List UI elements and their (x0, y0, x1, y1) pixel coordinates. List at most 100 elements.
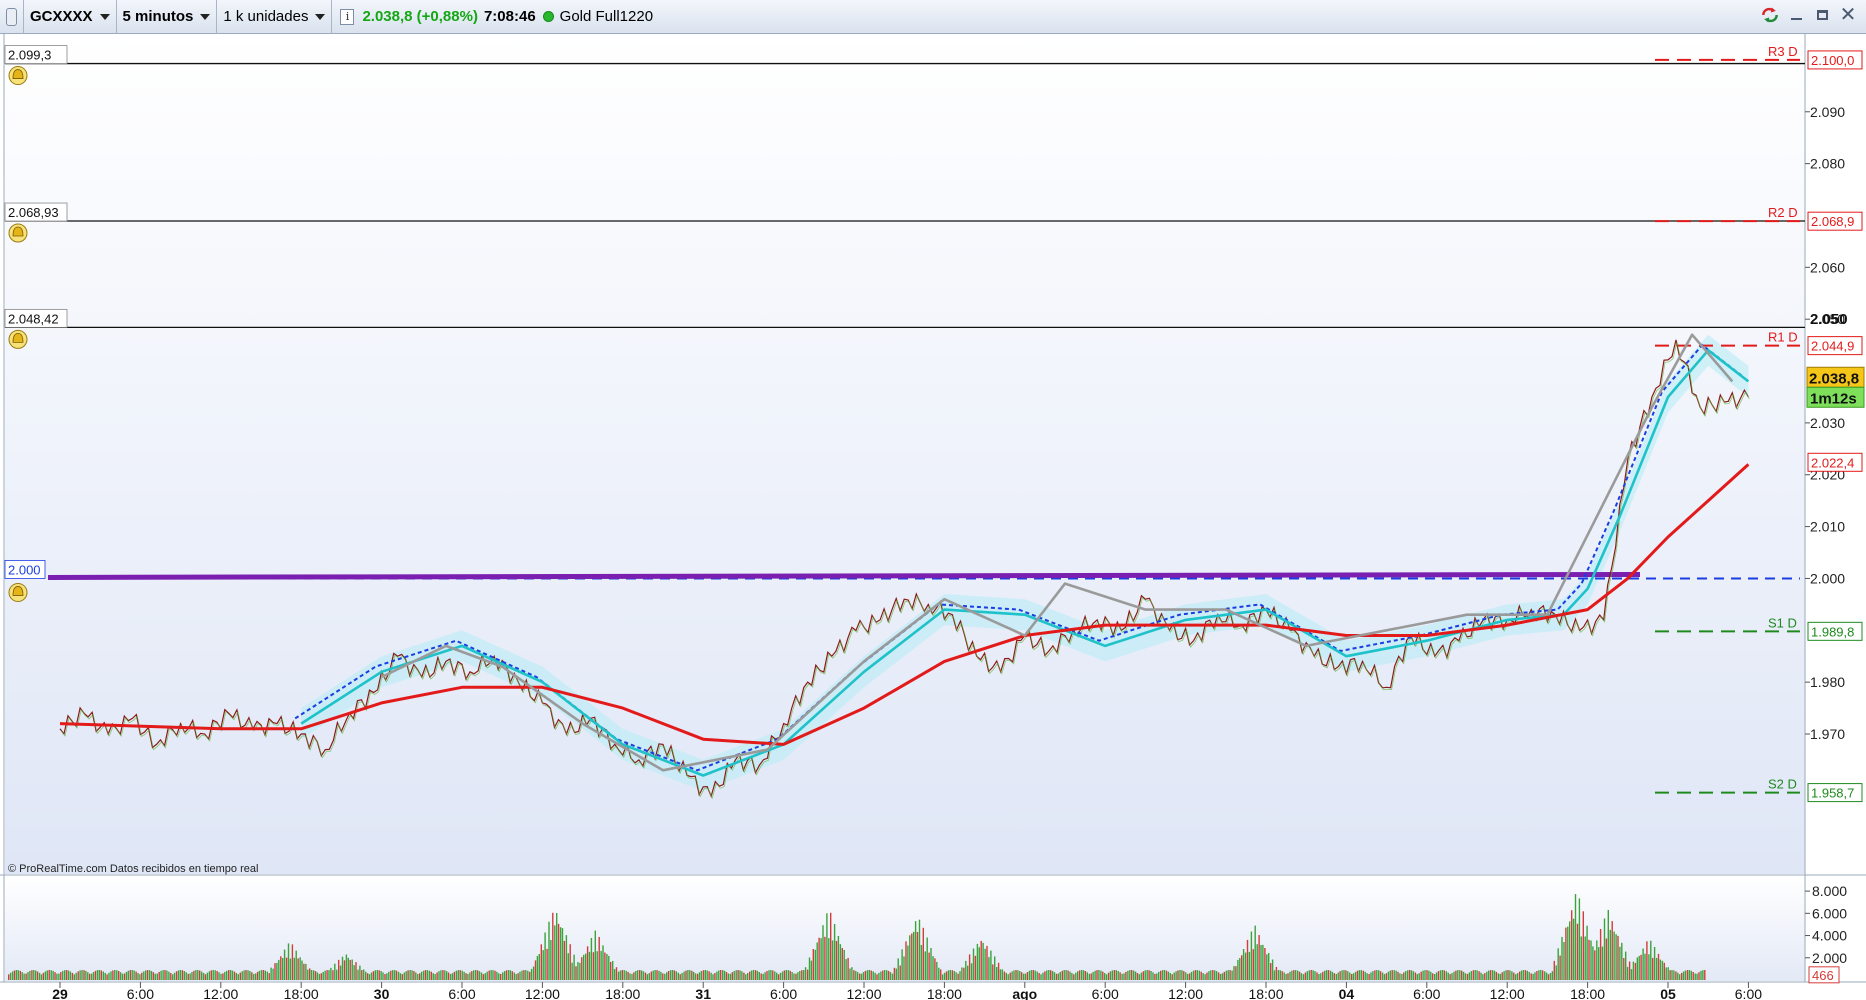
volume-bar (457, 970, 459, 980)
volume-bar (517, 973, 519, 980)
volume-bar (789, 970, 791, 980)
volume-bar (1468, 972, 1471, 980)
volume-bar (1567, 926, 1569, 980)
units-selector[interactable]: 1 k unidades (217, 0, 333, 34)
volume-bar (1351, 974, 1353, 980)
volume-bar (758, 972, 760, 980)
volume-bar (1048, 970, 1050, 980)
volume-bar (193, 970, 195, 980)
volume-bar (980, 940, 982, 980)
timeframe-selector[interactable]: 5 minutos (117, 0, 218, 34)
volume-bar (480, 972, 483, 980)
volume-bar (368, 974, 371, 980)
volume-bar (666, 972, 668, 980)
minimize-icon[interactable] (1786, 4, 1806, 26)
volume-bar (440, 970, 442, 980)
volume-bar (1657, 953, 1660, 980)
volume-bar (806, 969, 809, 980)
volume-bar (776, 972, 778, 980)
volume-bar (571, 962, 573, 980)
pivot-value-tag: 1.958,7 (1807, 783, 1863, 803)
volume-bar (1692, 972, 1694, 980)
volume-bar (957, 973, 959, 980)
time-tick-label: 18:00 (605, 986, 640, 1000)
volume-bar (1349, 972, 1351, 980)
volume-bar (212, 970, 214, 980)
trend-alert-label[interactable]: 2.000 (4, 560, 46, 579)
volume-bar (671, 970, 674, 980)
volume-bar (100, 970, 102, 980)
volume-bar (1524, 970, 1527, 980)
bell-icon-shape (12, 586, 24, 596)
volume-bar (791, 972, 793, 980)
volume-bar (1212, 970, 1214, 980)
volume-bar (1698, 972, 1700, 980)
volume-bar (1381, 972, 1384, 980)
volume-bar (1248, 951, 1251, 980)
bell-icon[interactable] (8, 66, 28, 86)
volume-bar (1681, 972, 1683, 980)
volume-bar (125, 972, 128, 980)
volume-bar (1360, 970, 1362, 980)
volume-bar (963, 967, 965, 980)
volume-bar (1242, 949, 1245, 980)
volume-bar (1495, 971, 1498, 980)
symbol-selector[interactable]: GCXXXX (24, 0, 117, 34)
volume-bar (1694, 973, 1696, 980)
volume-bar (62, 970, 64, 980)
volume-bar (613, 969, 616, 980)
volume-bar (1501, 972, 1503, 980)
bell-icon[interactable] (8, 582, 28, 602)
volume-bar (1030, 970, 1033, 980)
volume-bar (1150, 971, 1152, 980)
volume-bar (1254, 925, 1256, 980)
volume-bar (1291, 970, 1293, 980)
purple-trend-line[interactable] (47, 571, 1641, 580)
maximize-icon[interactable] (1812, 4, 1832, 26)
volume-bar (27, 972, 29, 980)
alert-label[interactable]: 2.099,3 (4, 45, 68, 64)
alert-label[interactable]: 2.068,93 (4, 202, 68, 222)
volume-bar (89, 973, 91, 980)
volume-bar (141, 972, 143, 980)
volume-bar (15, 970, 18, 980)
bell-icon[interactable] (8, 223, 28, 243)
volume-bar (83, 970, 85, 980)
info-icon[interactable]: i (340, 8, 355, 25)
refresh-icon[interactable] (1760, 4, 1780, 26)
volume-bar (743, 972, 745, 980)
volume-bar (295, 950, 297, 980)
volume-bar (1547, 974, 1550, 980)
bell-icon[interactable] (8, 329, 28, 349)
volume-bar (760, 973, 762, 980)
volume-bar (1644, 953, 1646, 980)
volume-bar (1069, 971, 1071, 980)
price-chart[interactable]: 2.099,3 2.068,93 2.048,42 2.000 R3 D 2.100,0… (0, 34, 1866, 1000)
volume-bar (382, 972, 384, 980)
volume-bar (380, 971, 382, 980)
volume-bar (785, 970, 787, 980)
volume-bar (820, 938, 822, 980)
volume-bar (1437, 971, 1440, 980)
alert-label[interactable]: 2.048,42 (4, 308, 68, 328)
volume-bar (741, 971, 743, 980)
volume-bar (994, 956, 996, 980)
time-tick-label: 6:00 (127, 986, 154, 1000)
volume-bar (1671, 970, 1673, 980)
volume-bar (1190, 971, 1193, 980)
volume-bar (8, 974, 10, 980)
volume-bar (1105, 974, 1108, 980)
price-axis[interactable]: 1.9701.9802.0002.0102.0202.0302.0502.060… (1805, 104, 1845, 742)
volume-bar (1655, 958, 1658, 980)
volume-bar (1270, 963, 1272, 980)
volume-bar (378, 970, 380, 980)
volume-bar (955, 972, 957, 980)
close-icon[interactable]: ✕ (1838, 4, 1858, 26)
volume-bar (1063, 970, 1065, 980)
volume-bar (58, 973, 60, 980)
volume-bar (162, 970, 164, 980)
grip-icon (6, 7, 17, 26)
pivot-label: R3 D (1768, 44, 1798, 59)
time-axis[interactable]: 29 6:00 12:00 18:00 30 6:00 12:00 18:00 31 6:00 12… (52, 982, 1762, 1000)
toolbar-grip[interactable] (0, 0, 24, 34)
